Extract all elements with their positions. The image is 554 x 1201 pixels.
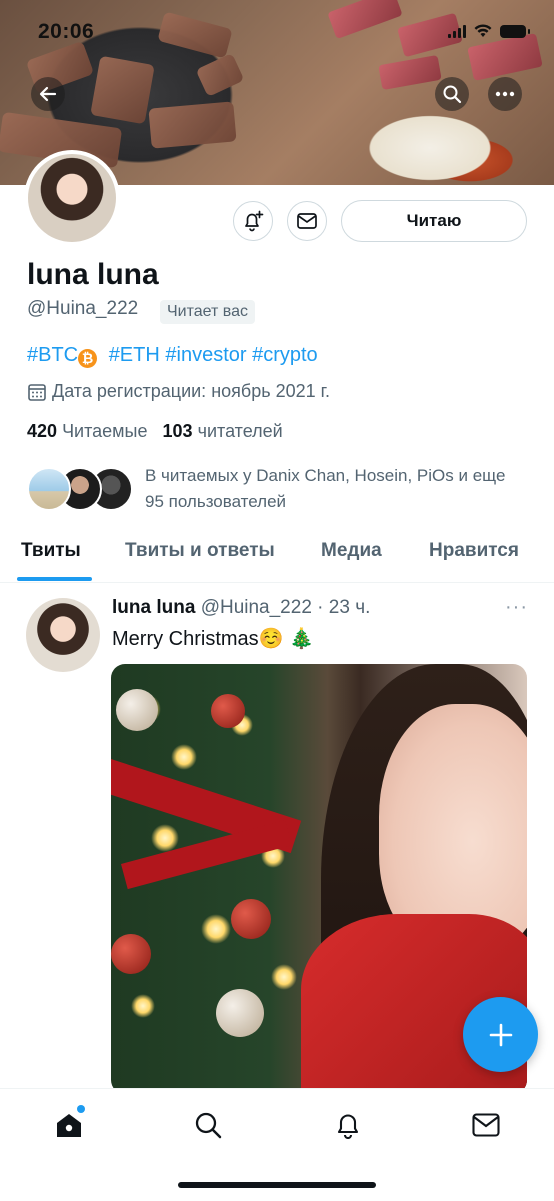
tweet-more-icon[interactable]: ··· (505, 596, 528, 619)
following-button[interactable]: Читаю (341, 200, 527, 242)
tweet-author-handle: @Huina_222 (200, 597, 312, 618)
search-icon (195, 1112, 222, 1139)
following-link[interactable]: 420 Читаемые (27, 421, 148, 441)
follow-stats: 420 Читаемые 103 читателей (27, 421, 283, 442)
profile-handle: @Huina_222 (27, 298, 139, 319)
tweet-author-name[interactable]: luna luna (112, 597, 195, 618)
join-date-text: Дата регистрации: ноябрь 2021 г. (52, 381, 330, 401)
wifi-icon (474, 24, 492, 37)
mail-icon (472, 1113, 500, 1137)
status-time: 20:06 (38, 20, 95, 43)
nav-messages[interactable] (468, 1107, 504, 1143)
mail-icon (297, 213, 317, 229)
nav-search[interactable] (190, 1107, 226, 1143)
hashtag-crypto[interactable]: #crypto (252, 344, 318, 366)
notifications-button[interactable] (233, 201, 273, 241)
tweet-time: · 23 ч. (317, 597, 371, 618)
hashtag-btc[interactable]: #BTC (27, 344, 78, 366)
followed-by-avatars[interactable] (27, 467, 137, 513)
signal-icon (448, 24, 466, 38)
followers-link[interactable]: 103 читателей (163, 421, 283, 441)
bottom-navigation (0, 1088, 554, 1201)
tab-tweets[interactable]: Твиты (21, 540, 81, 562)
bitcoin-icon: ₿ (78, 349, 98, 368)
tweet-header: luna luna @Huina_222 · 23 ч. (112, 597, 370, 619)
tweet-avatar[interactable] (26, 598, 100, 672)
hashtag-investor[interactable]: #investor (165, 344, 246, 366)
tab-media[interactable]: Медиа (321, 540, 382, 562)
notification-bell-plus-icon (245, 210, 264, 232)
home-notification-dot (77, 1105, 85, 1113)
search-icon (443, 85, 462, 104)
home-indicator (178, 1182, 376, 1188)
tab-tweets-replies[interactable]: Твиты и ответы (125, 540, 275, 562)
followed-by-text[interactable]: В читаемых у Danix Chan, Hosein, PiOs и … (145, 463, 525, 515)
tab-likes[interactable]: Нравится (429, 540, 519, 562)
search-button[interactable] (435, 77, 469, 111)
active-tab-indicator (17, 577, 92, 581)
tweet-text: Merry Christmas☺️ 🎄 (112, 628, 315, 650)
compose-tweet-button[interactable] (463, 997, 538, 1072)
join-date: Дата регистрации: ноябрь 2021 г. (27, 381, 330, 402)
profile-avatar[interactable] (24, 150, 120, 246)
message-button[interactable] (287, 201, 327, 241)
back-button[interactable] (31, 77, 65, 111)
battery-icon (500, 24, 530, 38)
compose-plus-icon (489, 1023, 512, 1046)
nav-notifications[interactable] (330, 1107, 366, 1143)
back-arrow-icon (39, 86, 57, 102)
bell-icon (337, 1114, 359, 1139)
profile-name: luna luna (27, 258, 159, 291)
follows-you-badge: Читает вас (160, 300, 256, 324)
status-icons (448, 24, 530, 38)
profile-tabs: Твиты Твиты и ответы Медиа Нравится (0, 530, 554, 583)
home-icon (57, 1114, 81, 1137)
more-icon (495, 91, 515, 97)
hashtag-eth[interactable]: #ETH (109, 344, 160, 366)
profile-bio: #BTC ₿ #ETH #investor #crypto (27, 344, 318, 368)
nav-home[interactable] (51, 1105, 87, 1143)
calendar-icon (28, 383, 46, 401)
more-button[interactable] (488, 77, 522, 111)
